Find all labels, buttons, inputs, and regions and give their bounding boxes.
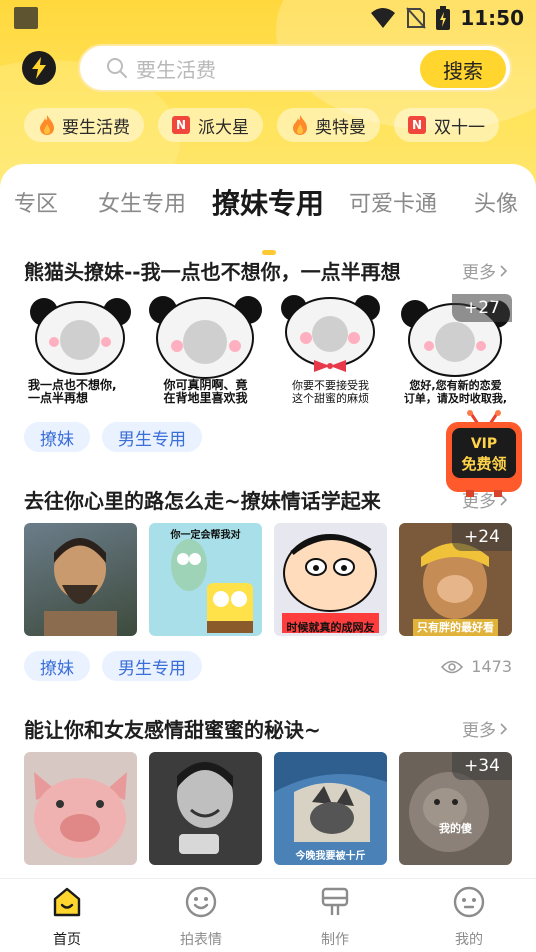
category-tabs: 专区 女生专用 撩妹专用 可爱卡通 头像: [0, 186, 536, 255]
tag-chip[interactable]: 撩妹: [24, 651, 90, 681]
content-panel: 专区 女生专用 撩妹专用 可爱卡通 头像 熊猫头撩妹--我一点也不想你，一点半再…: [0, 164, 536, 878]
tag-chip[interactable]: 男生专用: [102, 422, 202, 452]
meme-caption: 只有胖的最好看: [417, 621, 494, 634]
hot-tag-label: 奥特曼: [315, 117, 366, 138]
nav-take-meme[interactable]: 拍表情: [134, 879, 268, 952]
nav-label: 我的: [455, 932, 483, 948]
vip-free-badge[interactable]: VIP 免费领: [444, 410, 524, 498]
search-button[interactable]: 搜索: [420, 50, 506, 88]
hot-tag[interactable]: 要生活费: [24, 108, 144, 142]
bottom-nav: 首页 拍表情 制作 我的: [0, 878, 536, 952]
clock: 11:50: [460, 6, 524, 30]
hot-tag[interactable]: 奥特曼: [277, 108, 380, 142]
meme-thumbnail[interactable]: 您好,您有新的恋爱 订单，请及时收取我, +27: [399, 294, 512, 407]
more-count-badge: +27: [452, 294, 512, 322]
home-icon: [53, 887, 81, 917]
status-bar: 11:50: [0, 0, 536, 36]
meme-thumbnail[interactable]: 你一定会帮我对: [149, 523, 262, 636]
tab-avatar[interactable]: 头像: [474, 186, 518, 218]
search-bar[interactable]: 要生活费 搜索: [78, 44, 512, 92]
more-link[interactable]: 更多: [462, 716, 508, 741]
tab-flirting[interactable]: 撩妹专用: [212, 182, 324, 222]
active-tab-indicator: [262, 250, 276, 255]
meme-thumbnail[interactable]: 我一点也不想你, 一点半再想: [24, 294, 137, 407]
meme-thumbnail[interactable]: 时候就真的成网友: [274, 523, 387, 636]
meme-thumbnail[interactable]: [149, 752, 262, 865]
meme-caption: 时候就真的成网友: [286, 621, 375, 634]
eye-icon: [441, 660, 464, 673]
hot-tag-label: 双十一: [434, 117, 485, 138]
hot-search-tags: 要生活费 N 派大星 奥特曼 N 双十一: [24, 108, 499, 142]
battery-icon: [436, 6, 451, 30]
meme-thumbnail[interactable]: [24, 752, 137, 865]
cat-meme-image: [274, 752, 387, 842]
view-count: 1473: [441, 657, 512, 676]
pig-meme-image: [34, 772, 127, 858]
meme-caption: 你要不要接受我 这个甜蜜的麻烦: [292, 379, 369, 405]
flash-button[interactable]: [22, 51, 56, 85]
man-meme-image: [44, 538, 117, 636]
section-title[interactable]: 能让你和女友感情甜蜜蜜的秘诀~: [24, 714, 321, 743]
nav-label: 制作: [321, 932, 349, 948]
meme-thumbnail[interactable]: 今晚我要被十斤: [274, 752, 387, 865]
tag-chip[interactable]: 撩妹: [24, 422, 90, 452]
meme-caption: 今晚我要被十斤: [295, 851, 366, 862]
tag-chip[interactable]: 男生专用: [102, 651, 202, 681]
hot-tag[interactable]: N 派大星: [158, 108, 263, 142]
meme-caption: 我一点也不想你, 一点半再想: [28, 378, 117, 405]
svg-text:VIP: VIP: [471, 436, 497, 452]
n-badge-icon: N: [408, 116, 426, 134]
tab-zone[interactable]: 专区: [14, 186, 58, 218]
meme-thumbnail[interactable]: 只有胖的最好看 +24: [399, 523, 512, 636]
nav-label: 首页: [53, 932, 81, 948]
meme-thumbnail[interactable]: 你要不要接受我 这个甜蜜的麻烦: [274, 294, 387, 407]
flame-icon: [40, 115, 54, 135]
smile-face-icon: [185, 886, 217, 918]
nav-label: 拍表情: [180, 932, 222, 948]
no-sim-icon: [406, 7, 427, 29]
meme-caption: 我的傻: [439, 822, 472, 835]
section-title[interactable]: 去往你心里的路怎么走~撩妹情话学起来: [24, 485, 381, 514]
stamp-icon: [321, 887, 349, 915]
hot-tag-label: 派大星: [198, 117, 249, 138]
nav-create[interactable]: 制作: [268, 879, 402, 952]
chevron-right-icon: [500, 722, 508, 735]
hot-tag-label: 要生活费: [62, 117, 130, 138]
n-badge-icon: N: [172, 116, 190, 134]
section-title[interactable]: 熊猫头撩妹--我一点也不想你，一点半再想: [24, 256, 401, 285]
meme-thumbnail[interactable]: 我的傻 +34: [399, 752, 512, 865]
meme-thumbnail[interactable]: 你可真阴啊、竟 在背地里喜欢我: [149, 294, 262, 407]
more-count-badge: +34: [452, 752, 512, 780]
vip-tv-icon: VIP 免费领: [446, 410, 522, 497]
man-meme-image: [177, 762, 233, 854]
cartoon-meme-image: [282, 534, 379, 633]
tab-cute-cartoon[interactable]: 可爱卡通: [349, 186, 437, 218]
nav-home[interactable]: 首页: [0, 879, 134, 952]
meme-caption: 您好,您有新的恋爱 订单，请及时收取我,: [403, 379, 508, 405]
svg-text:免费领: 免费领: [461, 455, 506, 473]
search-icon: [107, 58, 127, 78]
notification-icon: [14, 7, 38, 29]
meme-caption: 你一定会帮我对: [170, 530, 241, 541]
wifi-icon: [371, 8, 396, 28]
more-count-badge: +24: [452, 523, 512, 551]
hot-tag[interactable]: N 双十一: [394, 108, 499, 142]
profile-face-icon: [453, 886, 485, 918]
flame-icon: [293, 115, 307, 135]
meme-thumbnail[interactable]: [24, 523, 137, 636]
nav-profile[interactable]: 我的: [402, 879, 536, 952]
tab-for-girls[interactable]: 女生专用: [98, 186, 186, 218]
chevron-right-icon: [500, 264, 508, 277]
more-link[interactable]: 更多: [462, 258, 508, 283]
lightning-icon: [32, 57, 46, 79]
meme-caption: 你可真阴啊、竟 在背地里喜欢我: [163, 378, 248, 405]
